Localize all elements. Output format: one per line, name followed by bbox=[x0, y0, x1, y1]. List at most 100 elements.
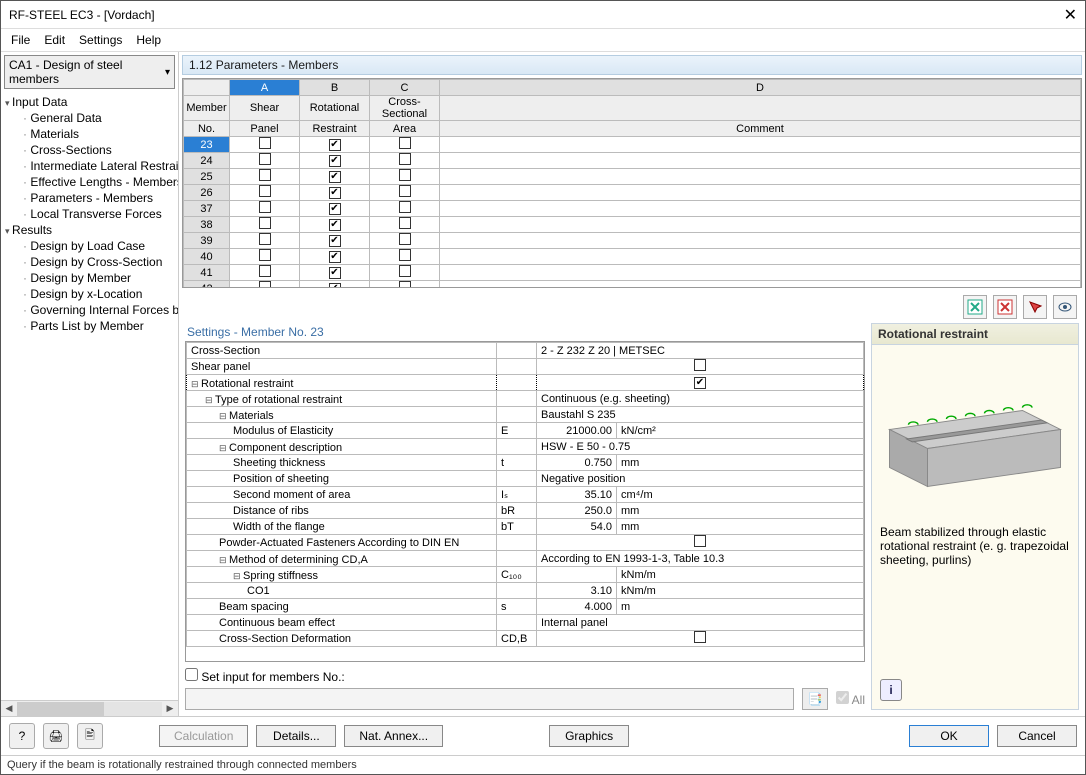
member-no-cell[interactable]: 25 bbox=[184, 169, 230, 185]
menu-file[interactable]: File bbox=[11, 33, 30, 47]
member-no-cell[interactable]: 39 bbox=[184, 233, 230, 249]
member-no-cell[interactable]: 23 bbox=[184, 137, 230, 153]
member-no-cell[interactable]: 38 bbox=[184, 217, 230, 233]
csa-cell[interactable] bbox=[370, 281, 440, 289]
prop-value[interactable]: 0.750 bbox=[537, 455, 617, 471]
prop-value[interactable]: Continuous (e.g. sheeting) bbox=[537, 391, 864, 407]
shear-cell[interactable] bbox=[230, 233, 300, 249]
rot-cell[interactable]: ✔ bbox=[300, 217, 370, 233]
view-icon[interactable] bbox=[1053, 295, 1077, 319]
rot-cell[interactable]: ✔ bbox=[300, 169, 370, 185]
nav-hscroll[interactable]: ◀▶ bbox=[1, 700, 178, 716]
tree-item[interactable]: Cross-Sections bbox=[5, 142, 174, 158]
prop-value[interactable]: HSW - E 50 - 0.75 bbox=[537, 439, 864, 455]
csa-cell[interactable] bbox=[370, 153, 440, 169]
csa-cell[interactable] bbox=[370, 137, 440, 153]
tree-item[interactable]: Effective Lengths - Members bbox=[5, 174, 174, 190]
prop-value[interactable]: 35.10 bbox=[537, 487, 617, 503]
tree-item[interactable]: General Data bbox=[5, 110, 174, 126]
tree-item[interactable]: Design by Cross-Section bbox=[5, 254, 174, 270]
prop-value[interactable]: 3.10 bbox=[537, 583, 617, 599]
tree-item[interactable]: Design by Member bbox=[5, 270, 174, 286]
shear-cell[interactable] bbox=[230, 201, 300, 217]
excel-export-icon[interactable] bbox=[963, 295, 987, 319]
comment-cell[interactable] bbox=[440, 217, 1081, 233]
csa-cell[interactable] bbox=[370, 217, 440, 233]
rot-cell[interactable]: ✔ bbox=[300, 153, 370, 169]
comment-cell[interactable] bbox=[440, 153, 1081, 169]
tree-item[interactable]: Design by Load Case bbox=[5, 238, 174, 254]
member-no-cell[interactable]: 40 bbox=[184, 249, 230, 265]
members-grid[interactable]: ABCDMemberShearRotationalCross-Sectional… bbox=[182, 78, 1082, 288]
close-icon[interactable]: ✕ bbox=[1064, 5, 1077, 25]
shear-cell[interactable] bbox=[230, 153, 300, 169]
set-input-checkbox[interactable]: Set input for members No.: bbox=[185, 670, 345, 684]
menu-help[interactable]: Help bbox=[136, 33, 161, 47]
comment-cell[interactable] bbox=[440, 281, 1081, 289]
export-icon[interactable]: 🖹 bbox=[77, 723, 103, 749]
tree-group[interactable]: Results bbox=[5, 222, 174, 238]
prop-value[interactable] bbox=[537, 631, 864, 647]
csa-cell[interactable] bbox=[370, 233, 440, 249]
prop-value[interactable] bbox=[537, 359, 864, 375]
rot-cell[interactable]: ✔ bbox=[300, 201, 370, 217]
prop-value[interactable]: 54.0 bbox=[537, 519, 617, 535]
csa-cell[interactable] bbox=[370, 265, 440, 281]
ok-button[interactable]: OK bbox=[909, 725, 989, 747]
pick-members-icon[interactable]: 📑 bbox=[802, 688, 828, 710]
rot-cell[interactable]: ✔ bbox=[300, 249, 370, 265]
calculation-button[interactable]: Calculation bbox=[159, 725, 248, 747]
prop-value[interactable]: According to EN 1993-1-3, Table 10.3 bbox=[537, 551, 864, 567]
comment-cell[interactable] bbox=[440, 249, 1081, 265]
shear-cell[interactable] bbox=[230, 249, 300, 265]
shear-cell[interactable] bbox=[230, 185, 300, 201]
shear-cell[interactable] bbox=[230, 137, 300, 153]
cancel-button[interactable]: Cancel bbox=[997, 725, 1077, 747]
prop-value[interactable]: Baustahl S 235 bbox=[537, 407, 864, 423]
csa-cell[interactable] bbox=[370, 201, 440, 217]
comment-cell[interactable] bbox=[440, 185, 1081, 201]
case-combo[interactable]: CA1 - Design of steel members bbox=[4, 55, 175, 89]
shear-cell[interactable] bbox=[230, 281, 300, 289]
excel-import-icon[interactable] bbox=[993, 295, 1017, 319]
comment-cell[interactable] bbox=[440, 137, 1081, 153]
prop-value[interactable] bbox=[537, 567, 617, 583]
rot-cell[interactable]: ✔ bbox=[300, 137, 370, 153]
tree-item[interactable]: Parameters - Members bbox=[5, 190, 174, 206]
menu-settings[interactable]: Settings bbox=[79, 33, 122, 47]
member-no-cell[interactable]: 24 bbox=[184, 153, 230, 169]
rot-cell[interactable]: ✔ bbox=[300, 265, 370, 281]
pick-icon[interactable] bbox=[1023, 295, 1047, 319]
info-icon[interactable]: i bbox=[880, 679, 902, 701]
member-no-cell[interactable]: 37 bbox=[184, 201, 230, 217]
menu-edit[interactable]: Edit bbox=[44, 33, 65, 47]
set-input-field[interactable] bbox=[185, 688, 794, 710]
shear-cell[interactable] bbox=[230, 169, 300, 185]
rot-cell[interactable]: ✔ bbox=[300, 281, 370, 289]
shear-cell[interactable] bbox=[230, 265, 300, 281]
prop-value[interactable]: 4.000 bbox=[537, 599, 617, 615]
member-no-cell[interactable]: 41 bbox=[184, 265, 230, 281]
tree-item[interactable]: Intermediate Lateral Restraints bbox=[5, 158, 174, 174]
prop-value[interactable]: Internal panel bbox=[537, 615, 864, 631]
rot-cell[interactable]: ✔ bbox=[300, 185, 370, 201]
property-grid[interactable]: Cross-Section2 - Z 232 Z 20 | METSECShea… bbox=[185, 341, 865, 662]
prop-value[interactable]: 250.0 bbox=[537, 503, 617, 519]
nav-tree[interactable]: Input DataGeneral DataMaterialsCross-Sec… bbox=[1, 92, 178, 700]
prop-value[interactable]: 2 - Z 232 Z 20 | METSEC bbox=[537, 343, 864, 359]
prop-value[interactable]: ✔ bbox=[537, 375, 864, 391]
report-icon[interactable]: 🖨 bbox=[43, 723, 69, 749]
comment-cell[interactable] bbox=[440, 233, 1081, 249]
prop-value[interactable] bbox=[537, 535, 864, 551]
tree-item[interactable]: Parts List by Member bbox=[5, 318, 174, 334]
tree-item[interactable]: Materials bbox=[5, 126, 174, 142]
details-button[interactable]: Details... bbox=[256, 725, 336, 747]
all-checkbox[interactable]: All bbox=[836, 691, 865, 707]
prop-value[interactable]: 21000.00 bbox=[537, 423, 617, 439]
comment-cell[interactable] bbox=[440, 265, 1081, 281]
comment-cell[interactable] bbox=[440, 169, 1081, 185]
tree-item[interactable]: Governing Internal Forces by Member bbox=[5, 302, 174, 318]
nat-annex-button[interactable]: Nat. Annex... bbox=[344, 725, 443, 747]
csa-cell[interactable] bbox=[370, 169, 440, 185]
csa-cell[interactable] bbox=[370, 185, 440, 201]
